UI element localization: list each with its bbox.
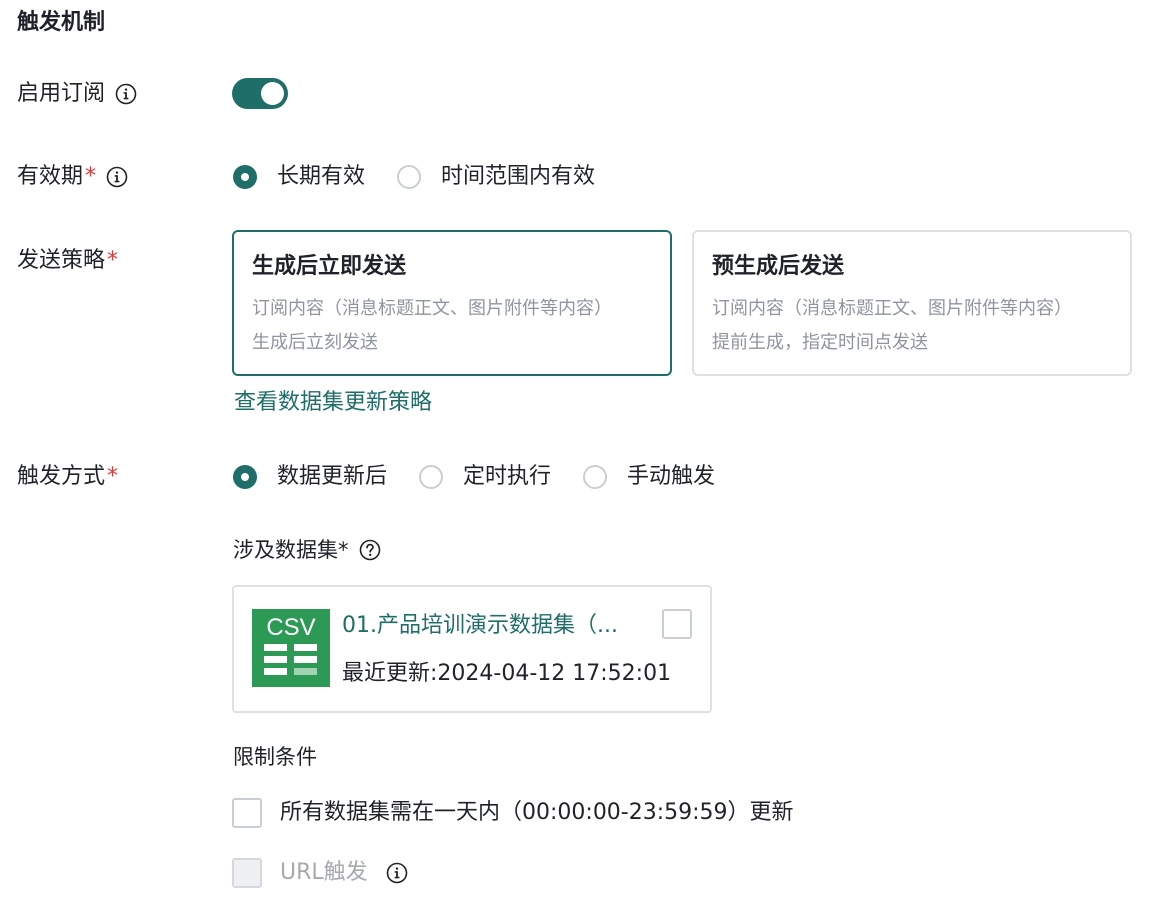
strategy-label: 发送策略 — [17, 248, 106, 273]
radio-label: 长期有效 — [277, 164, 366, 189]
subscription-toggle[interactable] — [232, 78, 288, 109]
strategy-card-immediate[interactable]: 生成后立即发送 订阅内容（消息标题正文、图片附件等内容） 生成后立刻发送 — [232, 230, 672, 376]
radio-button-checked[interactable] — [233, 165, 257, 189]
trigger-radio-group: 数据更新后 定时执行 手动触发 — [233, 462, 715, 492]
card-desc-line: 生成后立刻发送 — [252, 332, 378, 353]
trigger-label-row: 触发方式 * — [17, 462, 118, 492]
radio-label: 手动触发 — [627, 464, 716, 489]
strategy-label-row: 发送策略 * — [17, 246, 118, 276]
subscription-label: 启用订阅 — [17, 81, 106, 106]
help-icon[interactable] — [359, 539, 381, 561]
trigger-label: 触发方式 — [17, 464, 106, 489]
radio-label: 定时执行 — [463, 464, 552, 489]
dataset-name[interactable]: 01.产品培训演示数据集（... — [342, 611, 642, 641]
toggle-knob — [261, 82, 284, 105]
condition-url-trigger: URL触发 — [232, 858, 408, 888]
checkbox-disabled — [232, 858, 262, 888]
required-mark: * — [107, 248, 119, 273]
radio-button-checked[interactable] — [233, 465, 257, 489]
radio-label: 数据更新后 — [277, 464, 388, 489]
datasets-label-row: 涉及数据集* — [233, 535, 381, 565]
dataset-card[interactable]: CSV 01.产品培训演示数据集（... 最近更新:2024-04-12 17:… — [232, 585, 712, 713]
card-title: 预生成后发送 — [712, 254, 845, 279]
info-icon[interactable] — [386, 862, 408, 884]
checkbox-label: 所有数据集需在一天内（00:00:00-23:59:59）更新 — [280, 800, 794, 825]
trigger-option-scheduled[interactable]: 定时执行 — [419, 462, 551, 492]
dataset-last-updated: 最近更新:2024-04-12 17:52:01 — [342, 661, 672, 686]
validity-option-long-term[interactable]: 长期有效 — [233, 162, 365, 192]
radio-button[interactable] — [397, 165, 422, 189]
section-title: 触发机制 — [17, 10, 106, 35]
conditions-label: 限制条件 — [233, 745, 317, 769]
validity-option-time-range[interactable]: 时间范围内有效 — [397, 162, 595, 192]
info-icon[interactable] — [106, 166, 128, 188]
condition-same-day-update[interactable]: 所有数据集需在一天内（00:00:00-23:59:59）更新 — [232, 798, 794, 828]
radio-label: 时间范围内有效 — [441, 164, 596, 189]
datasets-label: 涉及数据集* — [233, 538, 349, 562]
csv-icon-label: CSV — [266, 614, 315, 641]
card-desc-line: 订阅内容（消息标题正文、图片附件等内容） — [712, 298, 1072, 319]
checkbox[interactable] — [232, 798, 262, 828]
radio-button[interactable] — [583, 465, 608, 489]
required-mark: * — [107, 464, 119, 489]
checkbox-label: URL触发 — [280, 860, 368, 885]
validity-label-row: 有效期 * — [17, 162, 128, 192]
view-dataset-update-strategy-link[interactable]: 查看数据集更新策略 — [234, 388, 432, 418]
trigger-option-data-update[interactable]: 数据更新后 — [233, 462, 387, 492]
validity-radio-group: 长期有效 时间范围内有效 — [233, 162, 595, 192]
subscription-label-row: 启用订阅 — [17, 79, 137, 109]
info-icon[interactable] — [115, 83, 137, 105]
card-desc-line: 订阅内容（消息标题正文、图片附件等内容） — [252, 298, 612, 319]
radio-button[interactable] — [419, 465, 444, 489]
card-desc-line: 提前生成，指定时间点发送 — [712, 332, 928, 353]
strategy-card-pregenerate[interactable]: 预生成后发送 订阅内容（消息标题正文、图片附件等内容） 提前生成，指定时间点发送 — [692, 230, 1132, 376]
required-mark: * — [85, 164, 97, 189]
card-title: 生成后立即发送 — [252, 254, 407, 279]
csv-file-icon: CSV — [252, 609, 330, 687]
dataset-checkbox[interactable] — [662, 609, 692, 639]
trigger-option-manual[interactable]: 手动触发 — [583, 462, 715, 492]
validity-label: 有效期 — [17, 164, 84, 189]
